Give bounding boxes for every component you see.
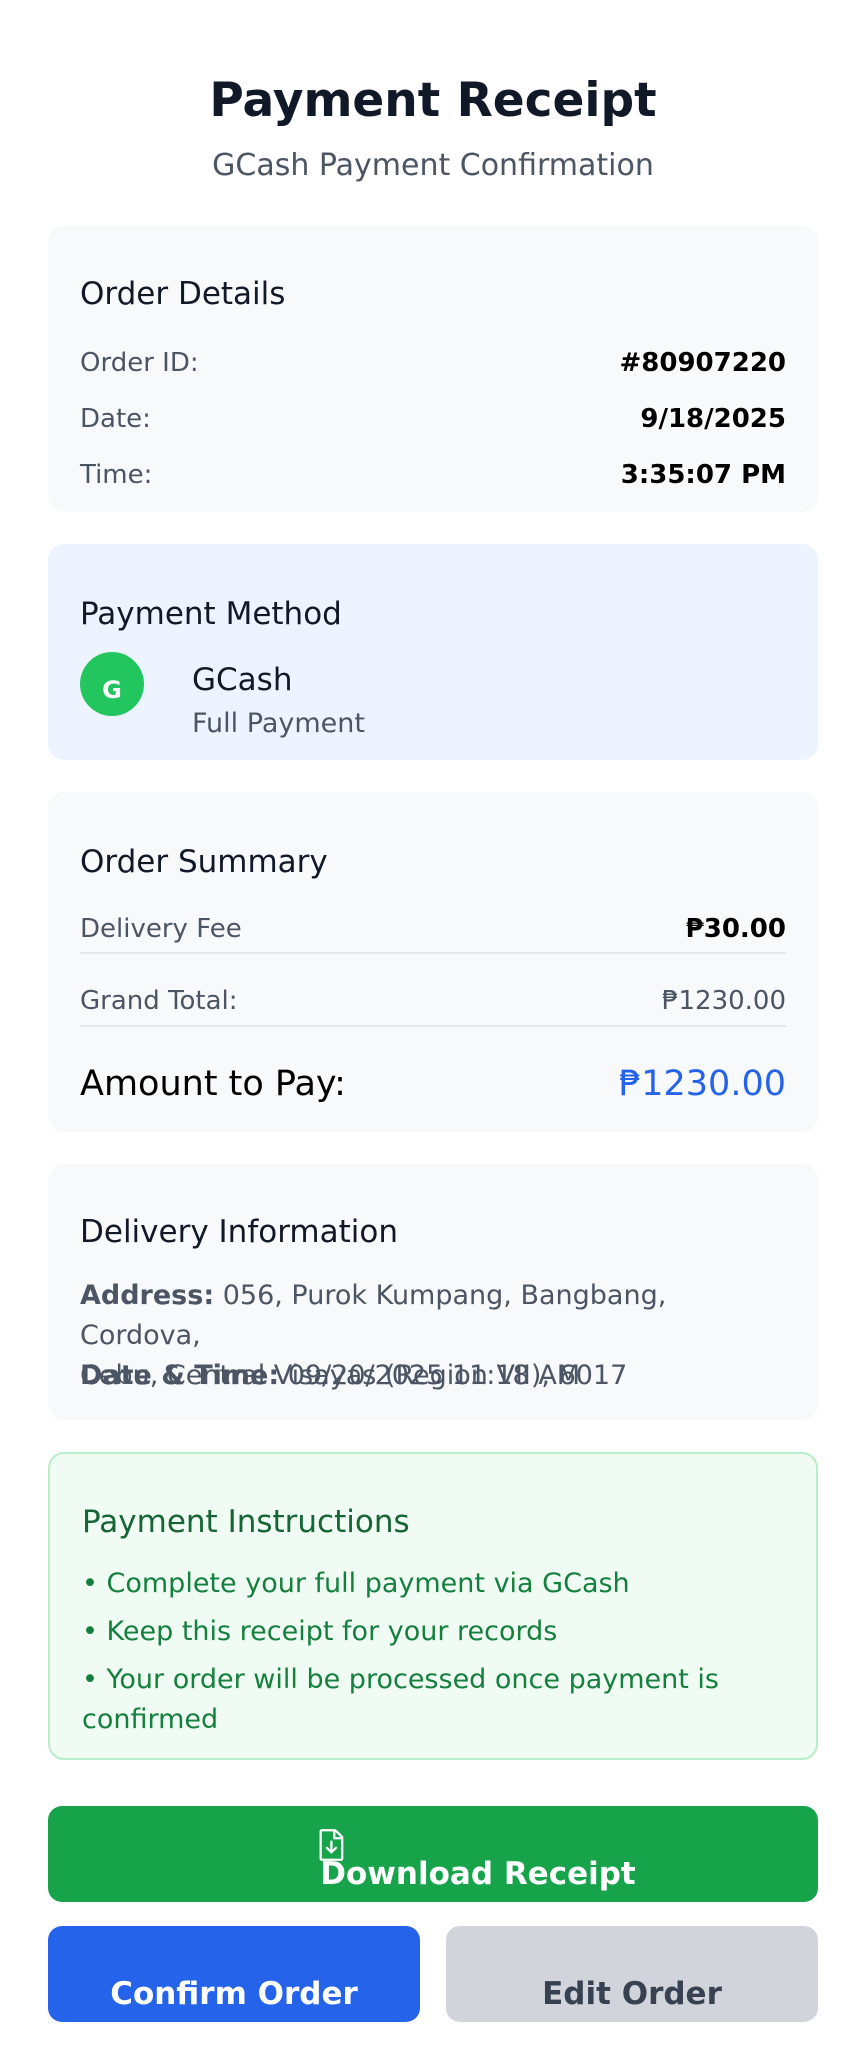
delivery-datetime: Date & Time: 09/20/2025 11:18 AM — [80, 1356, 786, 1396]
order-time-label: Time: — [80, 460, 153, 490]
edit-order-button[interactable]: Edit Order — [446, 1926, 818, 2022]
instruction-item: • Your order will be processed once paym… — [82, 1664, 719, 1695]
gcash-logo-icon: G — [80, 652, 144, 716]
amount-to-pay-label: Amount to Pay: — [80, 1064, 346, 1104]
delivery-info-card: Delivery Information Address: 056, Purok… — [48, 1164, 818, 1420]
datetime-value: 09/20/2025 11:18 AM — [287, 1360, 581, 1391]
delivery-fee-value: ₱30.00 — [685, 914, 786, 944]
page-title: Payment Receipt — [209, 73, 657, 128]
confirm-order-label: Confirm Order — [110, 1976, 358, 2012]
download-receipt-label: Download Receipt — [320, 1856, 636, 1892]
instruction-item: • Complete your full payment via GCash — [82, 1568, 630, 1599]
order-id-row: Order ID: #80907220 — [80, 348, 786, 378]
grand-total-value: ₱1230.00 — [661, 986, 786, 1016]
delivery-fee-label: Delivery Fee — [80, 914, 242, 944]
delivery-info-title: Delivery Information — [80, 1214, 398, 1250]
order-id-label: Order ID: — [80, 348, 199, 378]
instruction-item: • Keep this receipt for your records — [82, 1616, 558, 1647]
order-id-value: #80907220 — [619, 348, 786, 378]
amount-to-pay-value: ₱1230.00 — [618, 1064, 786, 1104]
grand-total-label: Grand Total: — [80, 986, 238, 1016]
order-time-row: Time: 3:35:07 PM — [80, 460, 786, 490]
delivery-fee-row: Delivery Fee ₱30.00 — [80, 914, 786, 944]
payment-method-type: Full Payment — [192, 708, 365, 739]
address-label: Address: — [80, 1280, 215, 1311]
instruction-item: confirmed — [82, 1704, 219, 1735]
payment-instructions-title: Payment Instructions — [82, 1504, 410, 1540]
payment-method-name: GCash — [192, 662, 293, 698]
edit-order-label: Edit Order — [542, 1976, 722, 2012]
order-time-value: 3:35:07 PM — [620, 460, 786, 490]
order-details-card: Order Details Order ID: #80907220 Date: … — [48, 226, 818, 512]
amount-to-pay-row: Amount to Pay: ₱1230.00 — [80, 1064, 786, 1104]
datetime-label: Date & Time: — [80, 1360, 280, 1391]
order-details-title: Order Details — [80, 276, 286, 312]
order-summary-card: Order Summary Delivery Fee ₱30.00 Grand … — [48, 792, 818, 1132]
confirm-order-button[interactable]: Confirm Order — [48, 1926, 420, 2022]
grand-total-row: Grand Total: ₱1230.00 — [80, 986, 786, 1016]
receipt-page: Payment Receipt GCash Payment Confirmati… — [0, 0, 866, 2072]
order-date-row: Date: 9/18/2025 — [80, 404, 786, 434]
page-subtitle: GCash Payment Confirmation — [212, 148, 654, 184]
summary-divider — [80, 1025, 786, 1027]
payment-method-title: Payment Method — [80, 596, 342, 632]
summary-divider — [80, 952, 786, 954]
payment-method-card: Payment Method G GCash Full Payment — [48, 544, 818, 760]
order-date-label: Date: — [80, 404, 151, 434]
download-receipt-button[interactable]: Download Receipt — [48, 1806, 818, 1902]
payment-instructions-card: Payment Instructions • Complete your ful… — [48, 1452, 818, 1760]
page-header: Payment Receipt GCash Payment Confirmati… — [0, 0, 866, 183]
order-summary-title: Order Summary — [80, 844, 328, 880]
download-file-icon — [319, 1829, 344, 1861]
order-date-value: 9/18/2025 — [640, 404, 786, 434]
